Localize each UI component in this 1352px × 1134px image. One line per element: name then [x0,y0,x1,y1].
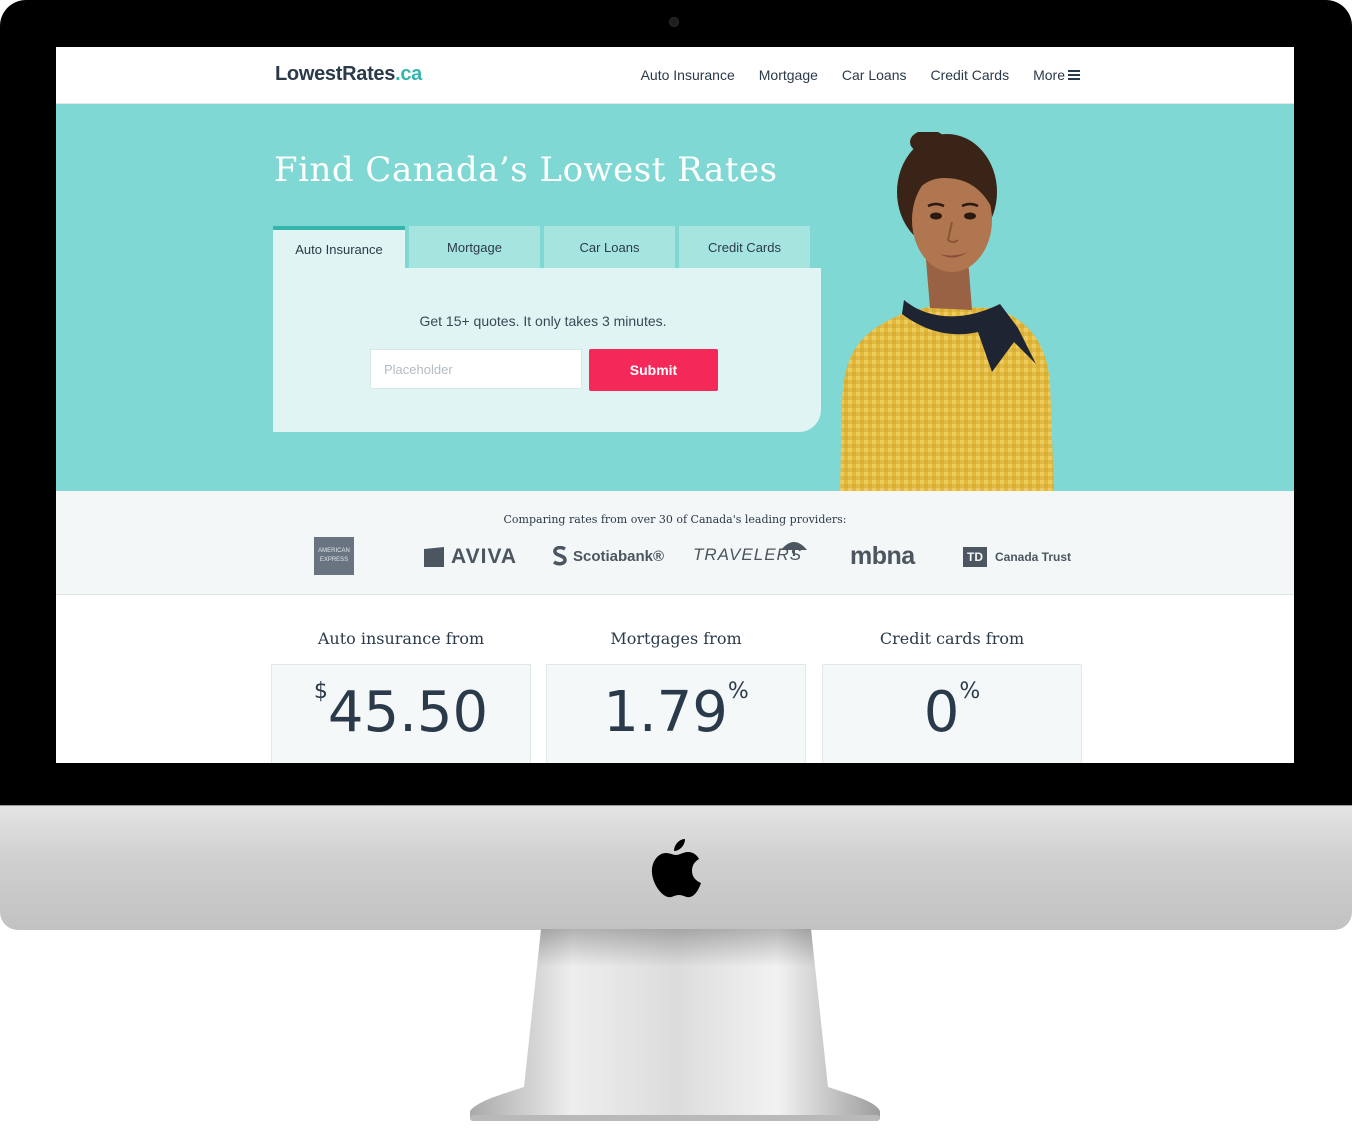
tab-credit-cards[interactable]: Credit Cards [679,226,810,268]
td-badge: TD [963,547,987,567]
rate-number: 1.79 [603,680,728,745]
rate-number: 45.50 [327,680,489,745]
rate-label: Credit cards from [879,629,1025,648]
nav-credit-cards[interactable]: Credit Cards [931,67,1010,83]
aviva-logo: AVIVA [423,545,517,569]
rate-suffix: % [959,679,981,704]
rate-box[interactable]: $45.50 [271,664,531,763]
nav-mortgage[interactable]: Mortgage [759,67,818,83]
quote-form-panel: Get 15+ quotes. It only takes 3 minutes.… [273,268,821,432]
tab-car-loans[interactable]: Car Loans [544,226,675,268]
rates-section: Auto insurance from $45.50 Mortgages fro… [56,595,1294,763]
quote-tagline: Get 15+ quotes. It only takes 3 minutes. [419,313,667,329]
quote-input[interactable] [370,349,582,389]
rate-label: Mortgages from [610,629,742,648]
providers-caption: Comparing rates from over 30 of Canada's… [503,513,847,526]
brand-logo[interactable]: LowestRates.ca [275,63,422,86]
camera-dot [669,17,679,27]
tab-mortgage[interactable]: Mortgage [409,226,540,268]
browser-screen: LowestRates.ca Auto Insurance Mortgage C… [56,47,1294,763]
rate-value: 1.79% [547,681,805,741]
spokeswoman-photo [840,132,1054,491]
nav-menu: Auto Insurance Mortgage Car Loans Credit… [617,67,1080,83]
scotiabank-wordmark: Scotiabank® [573,547,665,565]
tab-auto-insurance[interactable]: Auto Insurance [273,226,405,268]
umbrella-icon [781,542,807,556]
hero-section: Find Canada’s Lowest Rates Auto Insuranc… [56,104,1294,491]
aviva-wordmark: AVIVA [451,545,518,568]
nav-auto-insurance[interactable]: Auto Insurance [641,67,735,83]
scotiabank-s-icon [552,546,567,566]
rate-label: Auto insurance from [317,629,485,648]
rate-box[interactable]: 0% [822,664,1082,763]
travelers-logo: TRAVELERS [693,542,807,565]
hamburger-menu-icon [1068,70,1080,80]
nav-more-button[interactable]: More [1033,67,1080,83]
rate-prefix: $ [313,679,328,704]
monitor-stand [470,929,880,1121]
rate-number: 0 [923,680,960,745]
rate-box[interactable]: 1.79% [546,664,806,763]
providers-strip: Comparing rates from over 30 of Canada's… [56,491,1294,595]
nav-car-loans[interactable]: Car Loans [842,67,907,83]
td-wordmark: Canada Trust [995,550,1072,564]
nav-more-label: More [1033,67,1065,83]
rate-value: $45.50 [272,681,530,741]
mbna-logo: mbna [850,542,915,570]
amex-logo: AMERICAN EXPRESS [314,537,354,575]
scotiabank-logo: Scotiabank® [552,546,664,566]
top-navbar: LowestRates.ca Auto Insurance Mortgage C… [56,47,1294,104]
product-tabs: Auto Insurance Mortgage Car Loans Credit… [273,226,814,268]
hero-title: Find Canada’s Lowest Rates [274,150,778,190]
rate-value: 0% [823,681,1081,741]
brand-tld: .ca [395,63,422,85]
aviva-mark-icon [424,547,444,567]
submit-button[interactable]: Submit [589,349,718,391]
td-canada-trust-logo: TD Canada Trust [963,547,1071,567]
apple-logo-icon [651,839,701,898]
rate-suffix: % [727,679,749,704]
brand-name: LowestRates [275,63,396,85]
